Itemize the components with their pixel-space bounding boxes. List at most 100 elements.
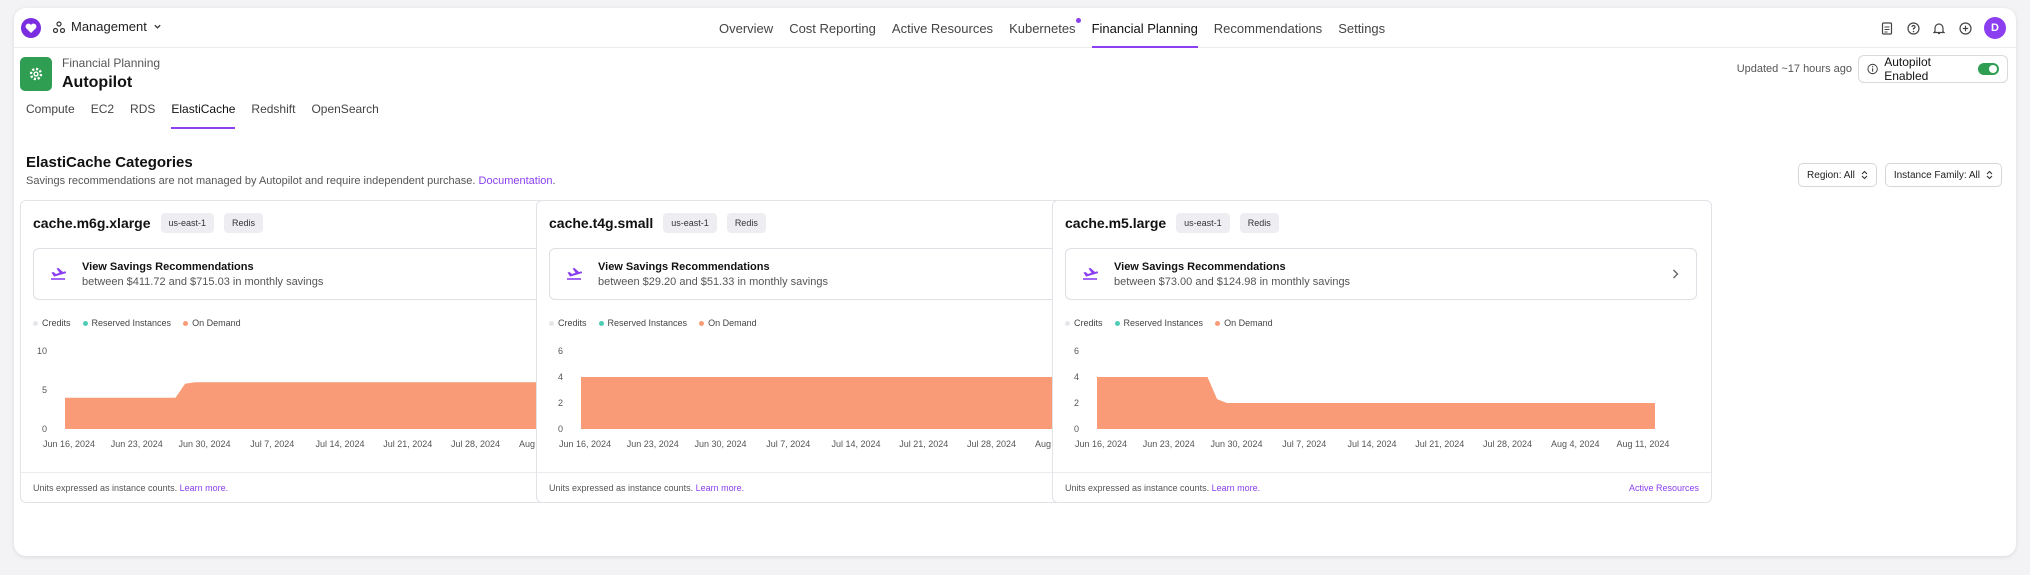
workspace-selector[interactable]: Management [53,19,162,34]
tab-elasticache[interactable]: ElastiCache [171,102,236,129]
x-tick-label: Jul 21, 2024 [383,439,432,449]
legend-label: On Demand [708,318,757,328]
page-header: Financial Planning Autopilot [20,56,160,92]
autopilot-label: Autopilot Enabled [1884,55,1931,83]
instance-family-filter[interactable]: Instance Family: All [1884,163,2002,187]
savings-range: between $411.72 and $715.03 in monthly s… [82,276,324,288]
y-tick-label: 4 [1074,372,1079,382]
legend-item[interactable]: Credits [33,318,71,328]
active-resources-link[interactable]: Active Resources [1629,483,1699,493]
x-tick-label: Jul 14, 2024 [315,439,364,449]
recommendation-title: View Savings Recommendations [598,261,770,273]
instance-type: cache.m6g.xlarge [33,215,151,231]
airplane-icon [49,266,67,287]
nav-settings[interactable]: Settings [1338,8,1385,48]
legend-item[interactable]: Reserved Instances [1114,318,1204,328]
nav-financial-planning-label: Financial Planning [1091,20,1198,36]
chart-legend: Credits Reserved Instances On Demand [549,318,757,328]
x-tick-label: Aug 4, 2024 [1551,439,1600,449]
region-filter[interactable]: Region: All [1798,163,1877,187]
nav-recommendations[interactable]: Recommendations [1214,8,1322,48]
units-text: Units expressed as instance counts. [1065,483,1210,493]
recommendation-title: View Savings Recommendations [82,261,254,273]
nav-active-resources[interactable]: Active Resources [892,8,993,48]
units-note: Units expressed as instance counts. Lear… [1065,483,1260,493]
nav-overview[interactable]: Overview [719,8,773,48]
tab-opensearch[interactable]: OpenSearch [311,102,378,129]
units-note: Units expressed as instance counts. Lear… [549,483,744,493]
x-tick-label: Jul 28, 2024 [1483,439,1532,449]
nav-kubernetes[interactable]: Kubernetes [1009,8,1081,48]
instance-type: cache.t4g.small [549,215,654,231]
legend-label: On Demand [1224,318,1273,328]
x-tick-label: Jul 7, 2024 [250,439,294,449]
tab-compute[interactable]: Compute [26,102,75,129]
tab-ec2[interactable]: EC2 [91,102,114,129]
autopilot-switch[interactable] [1978,63,1999,75]
legend-swatch [183,320,189,326]
legend-item[interactable]: Reserved Instances [598,318,688,328]
legend-swatch [699,320,705,326]
legend-label: Reserved Instances [91,318,172,328]
gear-icon [20,57,52,91]
legend-item[interactable]: Credits [549,318,587,328]
savings-range: between $73.00 and $124.98 in monthly sa… [1114,276,1351,288]
legend-swatch [1065,320,1070,326]
documentation-link[interactable]: Documentation [479,175,553,187]
nav-kubernetes-label: Kubernetes [1009,20,1076,36]
engine-badge: Redis [1239,213,1279,233]
document-icon[interactable] [1880,21,1894,35]
legend-label: Reserved Instances [1123,318,1204,328]
nav-settings-label: Settings [1338,20,1386,36]
legend-swatch [33,320,38,326]
x-tick-label: Jun 23, 2024 [627,439,679,449]
view-savings-recommendations-button[interactable]: View Savings Recommendations between $73.… [1065,248,1697,300]
tab-rds[interactable]: RDS [130,102,155,129]
brand-logo-icon[interactable] [21,18,41,38]
y-tick-label: 0 [558,424,563,434]
sort-arrows-icon [1861,170,1868,180]
chevron-right-icon [1671,267,1680,285]
breadcrumb[interactable]: Financial Planning [62,56,160,70]
savings-range: between $29.20 and $51.33 in monthly sav… [598,276,828,288]
y-tick-label: 5 [42,385,47,395]
instance-family-label: Instance Family: All [1893,169,1980,181]
learn-more-link[interactable]: Learn more. [696,483,745,493]
nav-financial-planning[interactable]: Financial Planning [1091,8,1199,48]
nav-cost-reporting[interactable]: Cost Reporting [789,8,876,48]
x-tick-label: Jun 23, 2024 [1143,439,1195,449]
y-tick-label: 6 [558,346,563,356]
legend-item[interactable]: On Demand [1215,318,1273,328]
legend-item[interactable]: On Demand [183,318,241,328]
area-chart: 0 2 4 6 Jun 16, 2024 Jun 23, 2024 Jun 30, 2024… [1074,346,1669,449]
legend-item[interactable]: Credits [1065,318,1103,328]
tab-redshift[interactable]: Redshift [251,102,295,129]
x-tick-label: Jun 16, 2024 [43,439,95,449]
region-badge: us-east-1 [160,213,215,233]
notification-dot [1075,18,1081,23]
legend-label: Credits [558,318,587,328]
autopilot-toggle-button[interactable]: Autopilot Enabled [1858,55,2008,83]
card-header: cache.m6g.xlarge us-east-1 Redis [33,213,264,233]
learn-more-link[interactable]: Learn more. [1212,483,1261,493]
legend-item[interactable]: Reserved Instances [82,318,172,328]
bell-icon[interactable] [1932,21,1946,35]
instance-type: cache.m5.large [1065,215,1167,231]
learn-more-link[interactable]: Learn more. [180,483,229,493]
units-note: Units expressed as instance counts. Lear… [33,483,228,493]
legend-item[interactable]: On Demand [699,318,757,328]
legend-swatch [549,320,554,326]
y-tick-label: 2 [558,398,563,408]
legend-label: Reserved Instances [607,318,688,328]
card-header: cache.t4g.small us-east-1 Redis [549,213,766,233]
on-demand-area[interactable] [1097,377,1655,429]
y-tick-label: 2 [1074,398,1079,408]
engine-badge: Redis [726,213,766,233]
x-tick-label: Jul 28, 2024 [967,439,1016,449]
x-tick-label: Jul 14, 2024 [1347,439,1396,449]
y-tick-label: 0 [42,424,47,434]
add-circle-icon[interactable] [1958,21,1972,35]
user-avatar[interactable]: D [1984,17,2006,39]
airplane-icon [565,266,583,287]
help-icon[interactable] [1906,21,1920,35]
